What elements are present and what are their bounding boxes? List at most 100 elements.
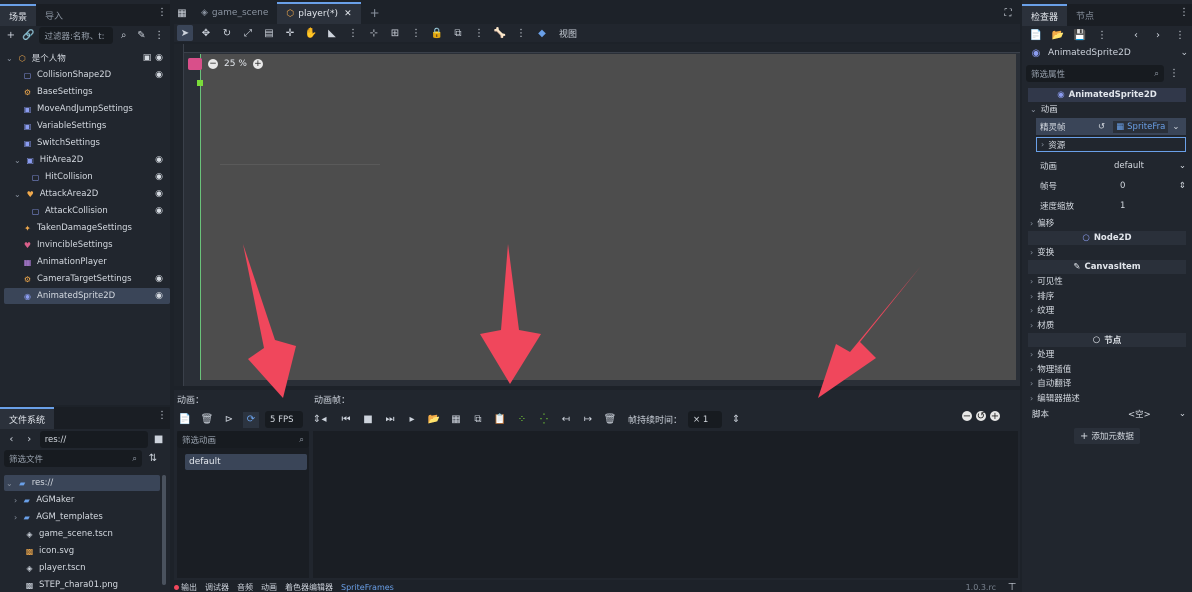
sprite-frames-property[interactable]: 精灵帧 ↺ ▦ SpriteFra ⌄	[1036, 118, 1186, 135]
chevron-down-icon[interactable]: ⌄	[1172, 122, 1179, 132]
tree-node[interactable]: ▣ VariableSettings	[4, 118, 170, 134]
layout-icon[interactable]: ⊤	[1004, 582, 1020, 592]
toggle-split-icon[interactable]: ■	[151, 432, 166, 448]
tab-spriteframes[interactable]: SpriteFrames	[341, 583, 394, 592]
file-item[interactable]: ▩ STEP_chara01.png	[4, 577, 160, 592]
autoplay-icon[interactable]: ⊳	[221, 412, 237, 428]
visibility-eye-icon[interactable]: ◉	[154, 189, 164, 199]
history-back-icon[interactable]: ‹	[1128, 27, 1144, 43]
smart-snap-icon[interactable]: ⊹	[366, 25, 382, 41]
sprite-sheet-icon[interactable]: ▦	[448, 412, 464, 428]
group-icon[interactable]: ⧉	[450, 25, 466, 41]
chevron-right-icon[interactable]: ›	[14, 496, 17, 505]
tab-shader-editor[interactable]: 着色器编辑器	[285, 582, 333, 592]
play-backwards-icon[interactable]: ◂	[316, 412, 332, 428]
zoom-level[interactable]: 25 %	[224, 59, 247, 69]
speed-scale-property[interactable]: 速度缩放 1	[1040, 199, 1186, 213]
file-item[interactable]: ◈ player.tscn	[4, 560, 160, 576]
zoom-out-icon[interactable]: −	[962, 411, 972, 422]
visibility-eye-icon[interactable]: ◉	[154, 291, 164, 301]
file-item[interactable]: ▩ icon.svg	[4, 543, 160, 559]
property-filter-input[interactable]: 筛选属性 ⌕	[1026, 65, 1164, 82]
spin-arrows-icon[interactable]: ⇕	[728, 412, 744, 428]
tab-output[interactable]: 输出	[181, 582, 197, 592]
chevron-down-icon[interactable]: ⌄	[14, 190, 21, 199]
canvas-viewport[interactable]: − 25 % +	[174, 44, 1020, 386]
history-forward-icon[interactable]: ›	[1150, 27, 1166, 43]
tree-node[interactable]: ◉ AnimatedSprite2D ◉	[4, 288, 170, 304]
insert-before-icon[interactable]: ⁘	[514, 412, 530, 428]
close-icon[interactable]: ✕	[344, 9, 352, 19]
tree-node[interactable]: ▣ SwitchSettings	[4, 135, 170, 151]
tab-animation[interactable]: 动画	[261, 582, 277, 592]
frame-property[interactable]: 帧号 0 ⇕	[1040, 179, 1186, 193]
ruler-tool-icon[interactable]: ◣	[324, 25, 340, 41]
file-item[interactable]: › ▰ AGMaker	[4, 492, 160, 508]
frames-grid[interactable]	[313, 431, 1018, 578]
zoom-out-icon[interactable]: −	[208, 59, 218, 69]
animation-filter-input[interactable]: 筛选动画 ⌕	[177, 431, 309, 448]
open-resource-icon[interactable]: 📂	[1050, 27, 1066, 43]
paste-icon[interactable]: 📋	[492, 412, 508, 428]
dock-menu-icon[interactable]: ⋮	[154, 4, 170, 20]
animation-property[interactable]: 动画 default ⌄	[1040, 159, 1186, 173]
pan-tool-icon[interactable]: ✋	[303, 25, 319, 41]
tab-inspector[interactable]: 检查器	[1022, 4, 1068, 26]
dock-menu-icon[interactable]: ⋮	[1176, 4, 1192, 20]
script-attached-icon[interactable]: ▣	[142, 53, 152, 63]
group-animation[interactable]: ⌄ 动画	[1030, 102, 1058, 116]
tree-node[interactable]: ▢ CollisionShape2D ◉	[4, 67, 170, 83]
group-material[interactable]: › 材质	[1030, 318, 1054, 332]
delete-animation-icon[interactable]: 🗑	[199, 412, 215, 428]
open-folder-icon[interactable]: 📂	[426, 412, 442, 428]
bone-icon[interactable]: 🦴	[492, 25, 508, 41]
group-visibility[interactable]: › 可见性	[1030, 274, 1063, 288]
add-animation-icon[interactable]: 📄	[177, 412, 193, 428]
tree-node[interactable]: ✦ TakenDamageSettings	[4, 220, 170, 236]
more-icon[interactable]: ⋮	[1094, 27, 1110, 43]
visibility-eye-icon[interactable]: ◉	[154, 206, 164, 216]
zoom-reset-icon[interactable]: ↺	[976, 411, 986, 422]
tree-node[interactable]: ⚙ CameraTargetSettings ◉	[4, 271, 170, 287]
file-item[interactable]: ◈ game_scene.tscn	[4, 526, 160, 542]
chevron-down-icon[interactable]: ⌄	[14, 156, 21, 165]
lock-icon[interactable]: 🔒	[429, 25, 445, 41]
path-input[interactable]: res://	[39, 431, 149, 448]
link-icon[interactable]: 🔗	[22, 28, 36, 44]
tab-import[interactable]: 导入	[36, 4, 72, 26]
chevron-right-icon[interactable]: ›	[14, 513, 17, 522]
settings-menu-icon[interactable]: ⋮	[1166, 66, 1182, 82]
tab-node[interactable]: 节点	[1067, 4, 1103, 26]
visibility-eye-icon[interactable]: ◉	[154, 172, 164, 182]
add-metadata-button[interactable]: + 添加元数据	[1074, 428, 1140, 444]
tree-node[interactable]: ♥ InvincibleSettings	[4, 237, 170, 253]
move-right-icon[interactable]: ↦	[580, 412, 596, 428]
visibility-eye-icon[interactable]: ◉	[154, 274, 164, 284]
tab-debugger[interactable]: 调试器	[205, 582, 229, 592]
file-item[interactable]: › ▰ AGM_templates	[4, 509, 160, 525]
stop-icon[interactable]: ■	[360, 412, 376, 428]
filesystem-scrollbar[interactable]	[162, 475, 166, 585]
rotate-tool-icon[interactable]: ↻	[219, 25, 235, 41]
tree-node[interactable]: ▦ AnimationPlayer	[4, 254, 170, 270]
group-editor-description[interactable]: › 编辑器描述	[1030, 391, 1080, 405]
move-tool-icon[interactable]: ✥	[198, 25, 214, 41]
tree-node[interactable]: ⌄ ♥ AttackArea2D ◉	[4, 186, 170, 202]
group-texture[interactable]: › 纹理	[1030, 303, 1054, 317]
visibility-eye-icon[interactable]: ◉	[154, 155, 164, 165]
back-icon[interactable]: ‹	[4, 432, 19, 448]
animation-item[interactable]: default	[185, 454, 307, 470]
group-process[interactable]: › 处理	[1030, 347, 1054, 361]
tab-game-scene[interactable]: ◈ game_scene	[192, 2, 277, 24]
sort-icon[interactable]: ⇅	[145, 451, 161, 467]
group-physics-interpolation[interactable]: › 物理插值	[1030, 362, 1071, 376]
add-tab-button[interactable]: +	[361, 2, 389, 24]
history-menu-icon[interactable]: ⋮	[1172, 27, 1188, 43]
scene-list-icon[interactable]: ▦	[174, 5, 190, 21]
grid-snap-icon[interactable]: ⊞	[387, 25, 403, 41]
forward-icon[interactable]: ›	[22, 432, 37, 448]
more-icon[interactable]: ⋮	[345, 25, 361, 41]
tree-root[interactable]: ⌄ ⬡ 是个人物 ▣ ◉	[4, 50, 170, 66]
tree-node[interactable]: ⚙ BaseSettings	[4, 84, 170, 100]
fps-spinbox[interactable]: 5 FPS	[265, 411, 303, 428]
